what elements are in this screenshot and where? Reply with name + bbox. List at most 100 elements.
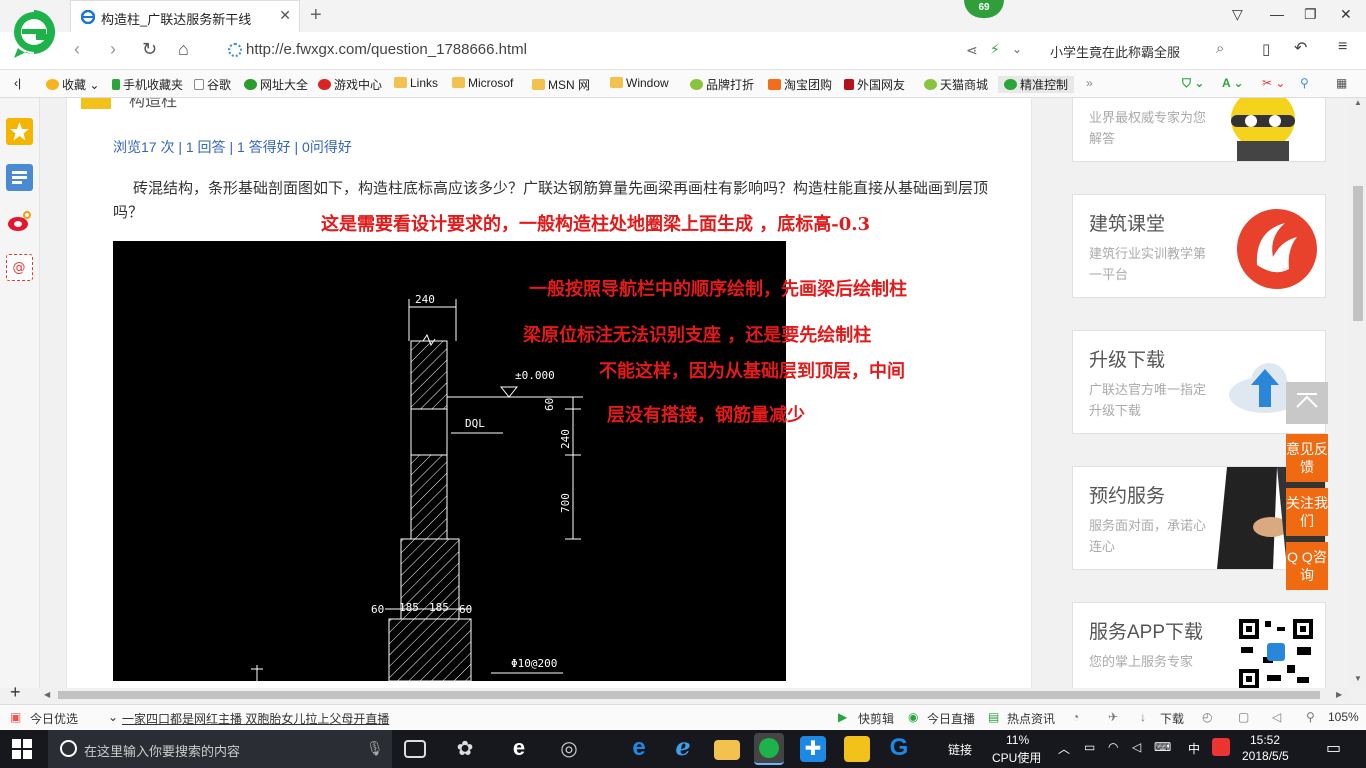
hot-news[interactable]: 热点资讯 <box>1007 710 1055 727</box>
menu-icon[interactable]: ≡ <box>1338 38 1347 56</box>
back-icon[interactable]: ‹ <box>74 39 80 60</box>
windows-start-icon[interactable] <box>12 739 32 759</box>
grid-icon[interactable]: ▦ <box>1336 76 1347 90</box>
link-label[interactable]: 链接 <box>948 741 972 758</box>
task-view-icon[interactable] <box>404 740 426 758</box>
tray-expand-icon[interactable]: ︿ <box>1058 740 1070 757</box>
fav-urls[interactable]: 网址大全 <box>244 76 308 93</box>
notes-app-icon[interactable] <box>844 736 870 762</box>
flash-icon[interactable]: ⚡ <box>990 41 1000 58</box>
favorites-star-icon[interactable] <box>6 118 33 145</box>
speed-icon[interactable]: ◔ <box>1072 710 1079 724</box>
keyboard-icon[interactable]: ⌨ <box>1154 740 1171 754</box>
horizontal-scrollbar[interactable]: ◀ ▶ <box>40 688 1350 702</box>
tools-icon[interactable]: ✈ <box>1108 710 1118 724</box>
building-class-card[interactable]: 建筑课堂 建筑行业实训教学第一平台 <box>1072 194 1326 298</box>
quick-edit[interactable]: 快剪辑 <box>858 710 894 727</box>
address-bar[interactable]: http://e.fwxgx.com/question_1788666.html <box>226 38 958 64</box>
more-favorites-icon[interactable]: » <box>1086 76 1093 90</box>
qr-code-icon[interactable] <box>1237 617 1315 688</box>
wifi-icon[interactable]: ◠ <box>1108 740 1118 754</box>
notification-badge[interactable]: 69 <box>964 0 1004 18</box>
feedback-button[interactable]: 意见反馈 <box>1286 434 1328 482</box>
fav-microsoft[interactable]: Microsof <box>452 76 513 90</box>
plus-app-icon[interactable]: ✚ <box>800 736 826 762</box>
phone-icon[interactable]: ▯ <box>1262 40 1270 58</box>
minimize-icon[interactable]: — <box>1270 6 1284 22</box>
sogou-icon[interactable]: ◎ <box>556 736 582 762</box>
expert-card[interactable]: 业界最权威专家为您解答 <box>1072 98 1326 162</box>
fav-msn[interactable]: MSN 网 <box>532 76 590 93</box>
fav-collect[interactable]: 收藏 ⌄ <box>46 76 99 93</box>
back-to-top-button[interactable] <box>1286 382 1328 424</box>
file-explorer-icon[interactable] <box>714 740 740 760</box>
dropdown-icon[interactable]: ⌄ <box>1012 42 1022 56</box>
clock-icon[interactable]: ◴ <box>1202 710 1212 724</box>
translate-icon[interactable]: A ⌄ <box>1222 76 1244 90</box>
fav-tmall[interactable]: 天猫商城 <box>924 76 988 93</box>
home-icon[interactable]: ⌂ <box>178 39 189 60</box>
browser-tab[interactable]: 构造柱_广联达服务新干线 ✕ <box>70 0 300 32</box>
today-live[interactable]: 今日直播 <box>927 710 975 727</box>
scissors-icon[interactable]: ✂ ⌄ <box>1262 76 1285 90</box>
browser-taskbar-icon[interactable] <box>754 733 784 765</box>
fav-foreign[interactable]: 外国网友 <box>844 76 905 93</box>
microphone-icon[interactable]: 🎙︎ <box>366 740 384 757</box>
weibo-icon[interactable] <box>6 208 33 235</box>
clock-time[interactable]: 15:52 <box>1250 733 1280 747</box>
cpu-percent: 11% <box>1006 733 1030 747</box>
downloads[interactable]: 下载 <box>1160 710 1184 727</box>
sogou-ime-icon[interactable] <box>1212 738 1230 756</box>
edge-icon[interactable]: e <box>506 736 532 762</box>
add-sidebar-icon[interactable]: + <box>10 682 21 703</box>
window-icon[interactable]: ▢ <box>1238 710 1249 724</box>
fav-games[interactable]: 游戏中心 <box>318 76 382 93</box>
fav-links[interactable]: Links <box>394 76 438 90</box>
notification-center-icon[interactable]: ▭ <box>1326 738 1341 758</box>
glodon-app-icon[interactable]: G <box>886 736 912 762</box>
vertical-scrollbar[interactable]: ▲ ▼ <box>1350 98 1366 688</box>
new-tab-icon[interactable]: + <box>310 4 322 27</box>
browser-logo-icon[interactable] <box>10 8 58 60</box>
battery-icon[interactable]: ▭ <box>1084 740 1095 754</box>
fav-control[interactable]: 精准控制 <box>998 76 1075 93</box>
fav-google[interactable]: 谷歌 <box>194 76 231 93</box>
refresh-icon[interactable]: ↻ <box>142 39 157 60</box>
mute-icon[interactable]: ◁ <box>1272 710 1281 724</box>
collapse-sidebar-icon[interactable]: ‹| <box>14 76 21 90</box>
qq-consult-button[interactable]: Q Q咨询 <box>1286 542 1328 590</box>
forward-icon[interactable]: › <box>110 39 116 60</box>
ie-taskbar-icon[interactable]: ℯ <box>670 736 696 762</box>
fav-taobao[interactable]: 淘宝团购 <box>768 76 832 93</box>
search-icon[interactable]: ⌕ <box>1216 40 1224 57</box>
hscrollbar-thumb[interactable] <box>58 691 1320 699</box>
clock-date[interactable]: 2018/5/5 <box>1242 749 1289 763</box>
expand-icon[interactable]: ⌄ <box>108 710 118 724</box>
today-picks[interactable]: 今日优选 <box>30 710 78 727</box>
volume-icon[interactable]: ◁ <box>1132 740 1141 754</box>
zoom-level[interactable]: 105% <box>1328 710 1359 724</box>
follow-us-button[interactable]: 关注我们 <box>1286 488 1328 536</box>
maximize-icon[interactable]: ❐ <box>1304 6 1317 23</box>
close-window-icon[interactable]: ✕ <box>1340 6 1352 23</box>
fav-brand[interactable]: 品牌打折 <box>690 76 754 93</box>
fav-windows[interactable]: Window <box>610 76 669 90</box>
fan-app-icon[interactable]: ✿ <box>452 736 478 762</box>
undo-icon[interactable]: ↶ <box>1294 38 1307 58</box>
zoom-icon[interactable]: ⚲ <box>1300 76 1309 90</box>
share-icon[interactable]: ⋖ <box>966 42 978 59</box>
search-hint[interactable]: 小学生竟在此称霸全服 <box>1050 42 1180 61</box>
shield-icon[interactable]: ⛉ ⌄ <box>1182 76 1204 91</box>
taskbar-search[interactable]: 在这里输入你要搜索的内容 🎙︎ <box>48 730 392 768</box>
ime-indicator[interactable]: 中 <box>1188 740 1200 757</box>
scrollbar-thumb[interactable] <box>1353 186 1363 321</box>
fav-mobile[interactable]: 手机收藏夹 <box>112 76 183 93</box>
close-tab-icon[interactable]: ✕ <box>279 7 291 24</box>
edge-pinned-icon[interactable]: e <box>626 736 652 762</box>
shirt-icon[interactable]: ▽ <box>1232 6 1243 23</box>
reading-list-icon[interactable] <box>6 164 33 191</box>
app-download-card[interactable]: 服务APP下载 您的掌上服务专家 <box>1072 602 1326 688</box>
question-stats[interactable]: 浏览17 次 | 1 回答 | 1 答得好 | 0问得好 <box>113 137 352 157</box>
news-ticker[interactable]: 一家四口都是网红主播 双胞胎女儿拉上父母开直播 <box>122 710 389 727</box>
mail-icon[interactable]: @ <box>6 254 33 281</box>
